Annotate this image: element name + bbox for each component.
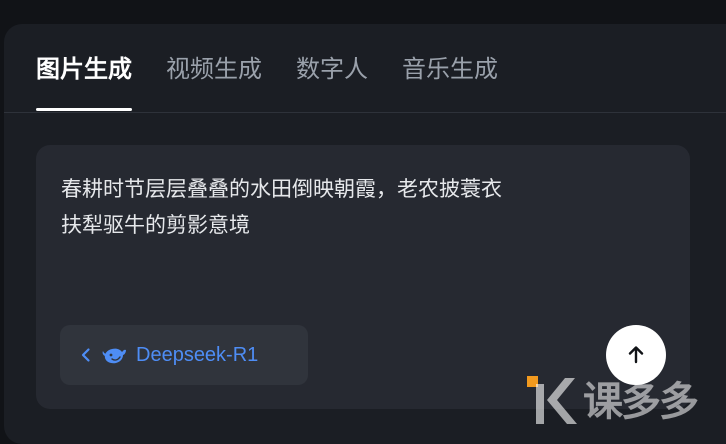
- model-name: Deepseek-R1: [136, 343, 259, 366]
- chevron-left-icon: [81, 348, 90, 362]
- deepseek-whale-icon: [102, 348, 126, 364]
- tab-music-generation[interactable]: 音乐生成: [402, 52, 498, 112]
- watermark-logo-icon: [527, 376, 577, 424]
- arrow-up-icon: [628, 346, 644, 364]
- watermark: 课多多: [525, 368, 726, 428]
- prompt-input[interactable]: 春耕时节层层叠叠的水田倒映朝霞，老农披蓑衣 扶犁驱牛的剪影意境: [61, 171, 621, 243]
- model-selector[interactable]: Deepseek-R1: [60, 325, 308, 385]
- tab-image-generation[interactable]: 图片生成: [36, 52, 132, 112]
- prompt-line-2: 扶犁驱牛的剪影意境: [61, 213, 250, 237]
- tab-digital-human[interactable]: 数字人: [296, 52, 368, 112]
- watermark-text: 课多多: [583, 379, 699, 425]
- tab-bar: 图片生成 视频生成 数字人 音乐生成: [36, 52, 532, 112]
- prompt-line-1: 春耕时节层层叠叠的水田倒映朝霞，老农披蓑衣: [61, 177, 502, 201]
- tab-divider: [4, 112, 726, 113]
- tab-video-generation[interactable]: 视频生成: [166, 52, 262, 112]
